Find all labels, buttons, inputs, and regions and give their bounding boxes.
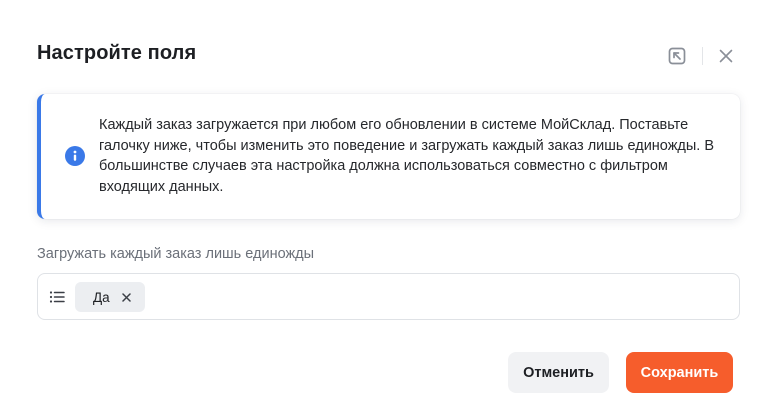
close-icon bbox=[122, 292, 131, 302]
settings-dialog: Настройте поля Каждый заказ загружается … bbox=[0, 0, 776, 420]
chip-remove-button[interactable] bbox=[121, 291, 133, 303]
chip-label: Да bbox=[93, 289, 110, 305]
close-button[interactable] bbox=[714, 44, 738, 68]
list-icon[interactable] bbox=[48, 288, 66, 306]
header-divider bbox=[702, 47, 703, 65]
info-text: Каждый заказ загружается при любом его о… bbox=[99, 117, 715, 195]
collapse-button[interactable] bbox=[665, 44, 689, 68]
field-label: Загружать каждый заказ лишь единожды bbox=[37, 246, 315, 262]
header-actions bbox=[665, 44, 738, 68]
selected-value-chip: Да bbox=[75, 282, 145, 312]
collapse-window-icon bbox=[668, 47, 686, 65]
dialog-title: Настройте поля bbox=[37, 42, 197, 64]
info-callout: Каждый заказ загружается при любом его о… bbox=[37, 94, 740, 219]
select-field[interactable]: Да bbox=[37, 273, 740, 320]
save-button[interactable]: Сохранить bbox=[626, 352, 733, 393]
cancel-button[interactable]: Отменить bbox=[508, 352, 609, 393]
info-icon bbox=[65, 146, 85, 166]
close-icon bbox=[719, 49, 733, 63]
